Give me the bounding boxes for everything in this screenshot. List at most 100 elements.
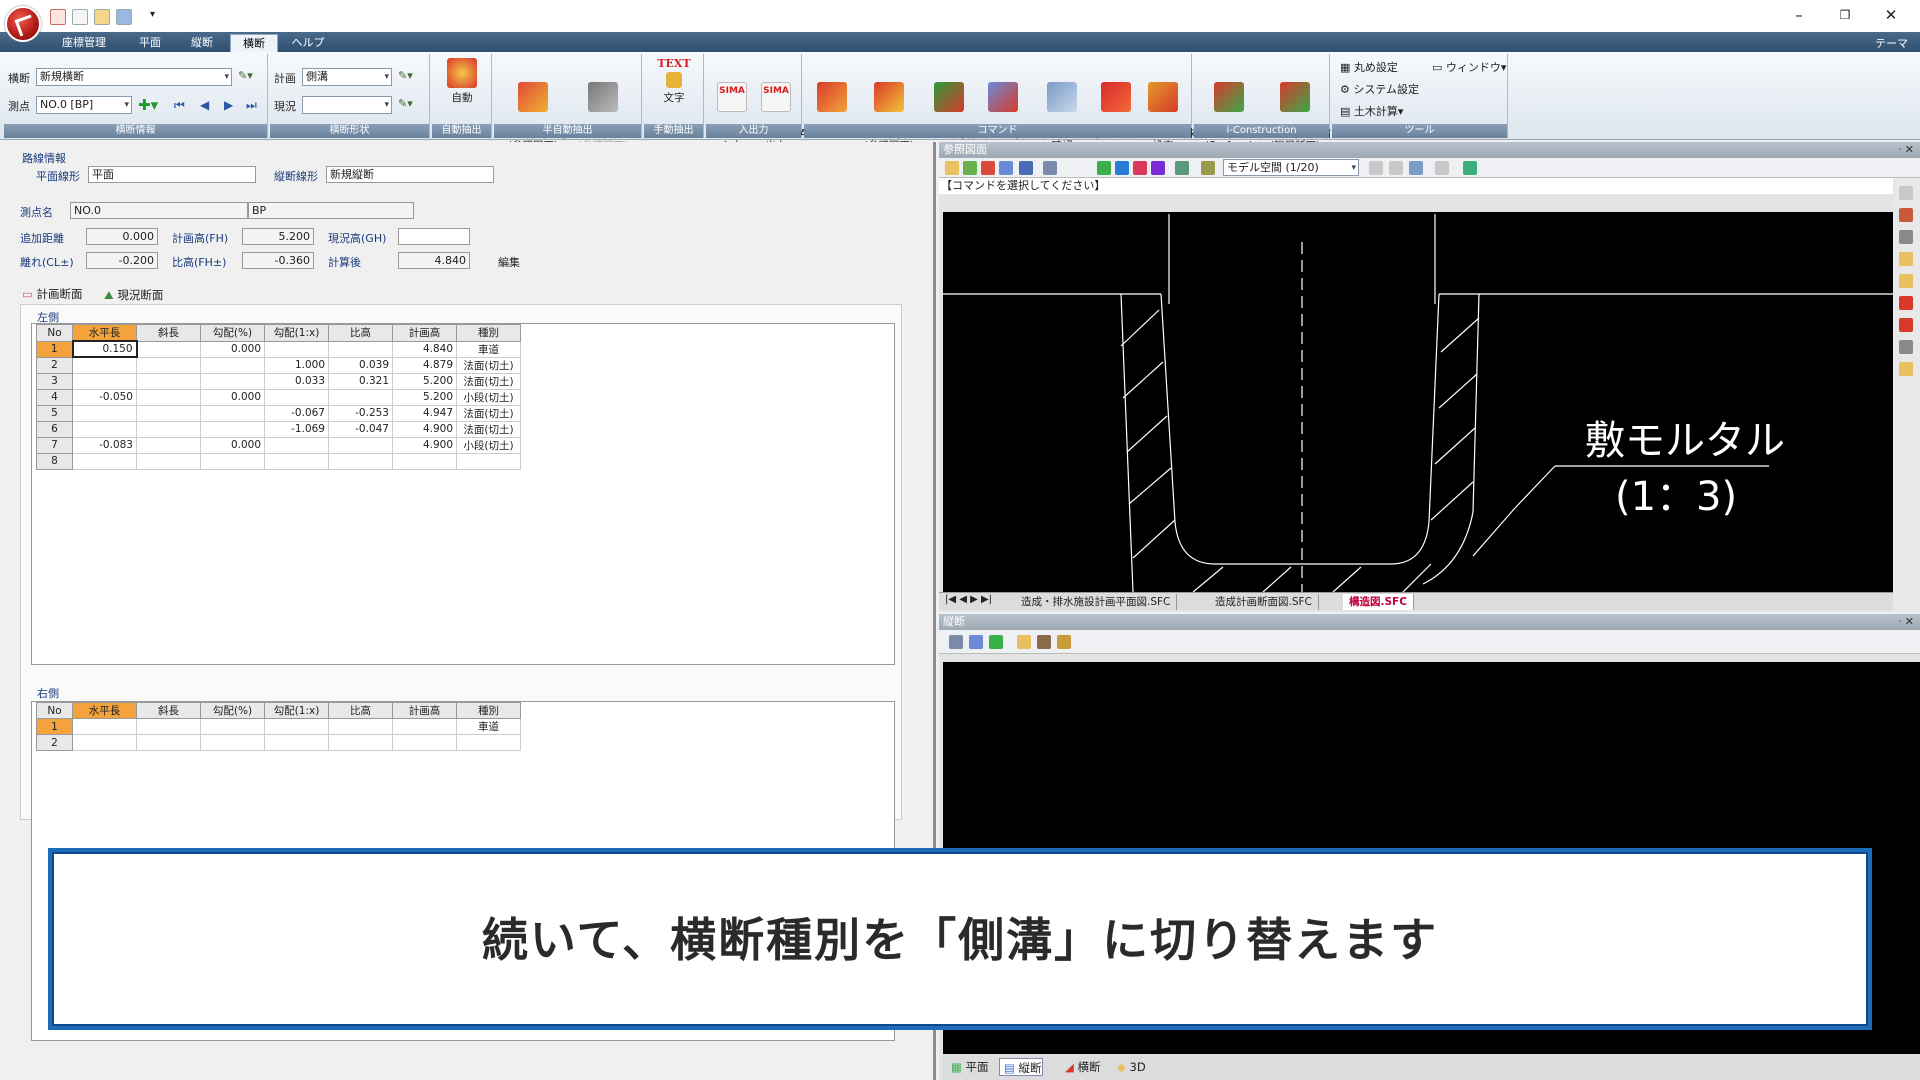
table-row[interactable]: 5 -0.067 -0.253 4.947 法面(切土) <box>36 404 521 422</box>
table-cell[interactable]: 法面(切土) <box>456 356 521 374</box>
table-cell[interactable] <box>200 420 265 438</box>
export-icon[interactable] <box>1175 161 1189 175</box>
table-cell[interactable]: -0.050 <box>72 388 137 406</box>
tab-coordinate[interactable]: 座標管理 <box>56 34 112 52</box>
table-row[interactable]: 3 0.033 0.321 5.200 法面(切土) <box>36 372 521 390</box>
close-button[interactable]: ✕ <box>1868 0 1914 30</box>
tool-icon[interactable] <box>1899 208 1913 222</box>
layer-icon[interactable] <box>963 161 977 175</box>
table-cell[interactable] <box>456 734 521 751</box>
select-icon[interactable] <box>1463 161 1477 175</box>
help-icon[interactable] <box>1151 161 1165 175</box>
pencil-icon[interactable]: ✎▾ <box>398 68 413 84</box>
sheet-tab[interactable]: 造成・排水施設計画平面図.SFC <box>1015 594 1178 610</box>
table-cell[interactable] <box>392 718 457 735</box>
tool-icon[interactable] <box>1899 274 1913 288</box>
table-row[interactable]: 1 0.150 0.000 4.840 車道 <box>36 340 521 358</box>
table-cell[interactable] <box>136 340 201 358</box>
pencil-icon[interactable]: ✎▾ <box>398 96 413 112</box>
table-cell[interactable]: 0.000 <box>200 436 265 454</box>
chart-icon[interactable] <box>1115 161 1129 175</box>
table-cell[interactable] <box>328 340 393 358</box>
table-cell[interactable]: 4.840 <box>392 340 457 358</box>
table-cell[interactable] <box>200 734 265 751</box>
table-cell[interactable]: 法面(切土) <box>456 420 521 438</box>
sheet-tab-active[interactable]: 構造図.SFC <box>1343 594 1414 610</box>
tool-icon[interactable] <box>1899 362 1913 376</box>
table-row[interactable]: 6 -1.069 -0.047 4.900 法面(切土) <box>36 420 521 438</box>
table-cell[interactable] <box>328 436 393 454</box>
tab-cross-section[interactable]: 横断 <box>230 34 278 52</box>
reference-canvas[interactable]: 敷モルタル (1：3) <box>943 212 1893 593</box>
table-cell[interactable] <box>136 420 201 438</box>
tool-icon[interactable] <box>1899 296 1913 310</box>
table-cell[interactable]: 車道 <box>456 718 521 735</box>
table-cell[interactable] <box>72 734 137 751</box>
theme-menu[interactable]: テーマ <box>1875 35 1908 51</box>
table-cell[interactable] <box>136 388 201 406</box>
view-icon[interactable] <box>1389 161 1403 175</box>
table-cell[interactable] <box>136 372 201 390</box>
keikaku-select[interactable]: 側溝 <box>302 68 392 86</box>
table-cell[interactable] <box>264 388 329 406</box>
qat-dropdown-icon[interactable]: ▾ <box>150 9 155 20</box>
table-row[interactable]: 8 <box>36 452 521 470</box>
model-space-select[interactable]: モデル空間 (1/20) <box>1223 159 1359 176</box>
table-row[interactable]: 2 1.000 0.039 4.879 法面(切土) <box>36 356 521 374</box>
table-cell[interactable] <box>392 734 457 751</box>
table-cell[interactable]: 小段(切土) <box>456 436 521 454</box>
marume-button[interactable]: ▦ 丸め設定 <box>1340 60 1398 76</box>
table-cell[interactable]: 法面(切土) <box>456 404 521 422</box>
tool-icon[interactable] <box>1435 161 1449 175</box>
table-cell[interactable]: 4.879 <box>392 356 457 374</box>
add-icon[interactable]: ✚▾ <box>138 96 158 114</box>
table-cell[interactable]: 0.033 <box>264 372 329 390</box>
table-cell[interactable]: 0.039 <box>328 356 393 374</box>
table-cell[interactable] <box>72 356 137 374</box>
table-cell[interactable] <box>264 734 329 751</box>
table-cell[interactable] <box>392 452 457 470</box>
light-icon[interactable] <box>1017 635 1031 649</box>
save-icon[interactable] <box>116 9 132 25</box>
table-cell[interactable]: 車道 <box>456 340 521 358</box>
table-cell[interactable]: 1.000 <box>264 356 329 374</box>
refresh-icon[interactable] <box>999 161 1013 175</box>
sokuten-select[interactable]: NO.0 [BP] <box>36 96 132 114</box>
table-cell[interactable] <box>328 452 393 470</box>
table-cell[interactable]: 小段(切土) <box>456 388 521 406</box>
view-tab-3d[interactable]: ◆ 3D <box>1113 1058 1146 1076</box>
close-icon[interactable]: ᐧ ✕ <box>1898 142 1914 158</box>
print-icon[interactable] <box>1043 161 1057 175</box>
doboku-button[interactable]: ▤ 土木計算▾ <box>1340 104 1403 120</box>
table-cell[interactable] <box>72 404 137 422</box>
auto-button[interactable]: 自動 <box>438 58 486 104</box>
table-cell[interactable]: 5.200 <box>392 372 457 390</box>
view-tab-cross[interactable]: ◢ 横断 <box>1061 1058 1101 1076</box>
app-icon[interactable] <box>50 9 66 25</box>
tab-longitudinal[interactable]: 縦断 <box>180 34 224 52</box>
tool-icon[interactable] <box>1899 340 1913 354</box>
table-row[interactable]: 1 車道 <box>36 718 521 735</box>
table-cell[interactable] <box>72 452 137 470</box>
open-folder-icon[interactable] <box>94 9 110 25</box>
pencil-icon[interactable]: ✎▾ <box>238 68 253 84</box>
table-cell[interactable]: 0.000 <box>200 340 265 358</box>
tab-plan[interactable]: 平面 <box>130 34 170 52</box>
table-cell[interactable]: 0.000 <box>200 388 265 406</box>
table-cell[interactable] <box>72 718 137 735</box>
table-cell[interactable] <box>136 404 201 422</box>
judan-field[interactable]: 新規縦断 <box>326 166 494 183</box>
table-cell[interactable] <box>72 420 137 438</box>
table-cell[interactable] <box>136 452 201 470</box>
measure-icon[interactable] <box>1057 635 1071 649</box>
prev-icon[interactable]: ◀ <box>200 98 209 112</box>
table-cell[interactable]: 5.200 <box>392 388 457 406</box>
heimen-field[interactable]: 平面 <box>88 166 256 183</box>
table-cell[interactable]: 法面(切土) <box>456 372 521 390</box>
table-cell[interactable]: -0.067 <box>264 404 329 422</box>
app-logo[interactable] <box>5 6 41 42</box>
new-file-icon[interactable] <box>72 9 88 25</box>
table-row[interactable]: 4 -0.050 0.000 5.200 小段(切土) <box>36 388 521 406</box>
window-button[interactable]: ▭ ウィンドウ▾ <box>1432 60 1506 76</box>
table-cell[interactable] <box>328 734 393 751</box>
